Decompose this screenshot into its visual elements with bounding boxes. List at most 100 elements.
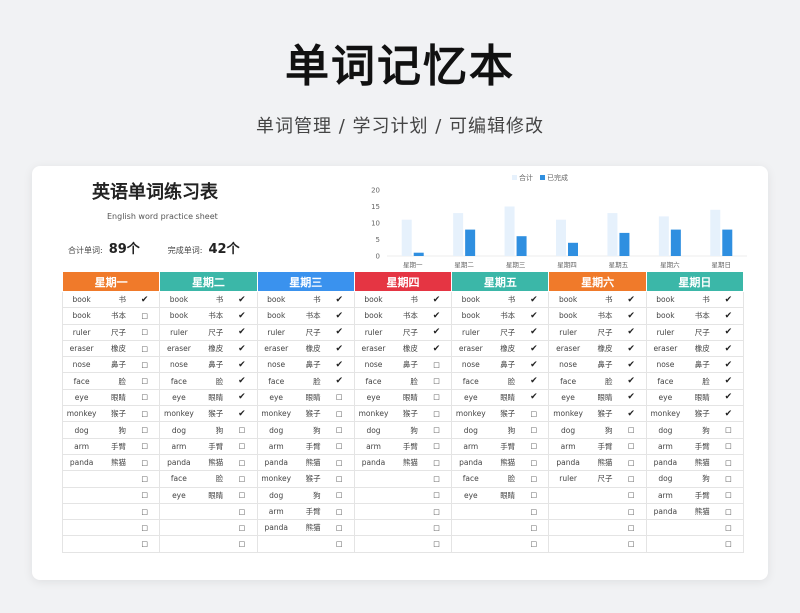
checkmark-icon[interactable]: ✔ — [519, 307, 550, 325]
checkmark-icon[interactable]: ✔ — [713, 291, 745, 309]
checkbox-empty-icon[interactable]: □ — [324, 519, 355, 537]
checkbox-empty-icon[interactable]: □ — [713, 470, 745, 488]
checkmark-icon[interactable]: ✔ — [227, 324, 258, 341]
checkmark-icon[interactable]: ✔ — [227, 405, 258, 423]
checkbox-empty-icon[interactable]: □ — [130, 535, 161, 553]
checkbox-empty-icon[interactable]: □ — [519, 470, 550, 488]
checkbox-empty-icon[interactable]: □ — [227, 519, 258, 537]
checkmark-icon[interactable]: ✔ — [616, 405, 647, 423]
checkbox-empty-icon[interactable]: □ — [130, 438, 161, 455]
checkmark-icon[interactable]: ✔ — [324, 340, 355, 358]
checkbox-empty-icon[interactable]: □ — [227, 454, 258, 472]
checkbox-empty-icon[interactable]: □ — [324, 405, 355, 423]
checkmark-icon[interactable]: ✔ — [713, 356, 745, 374]
checkbox-empty-icon[interactable]: □ — [519, 405, 550, 423]
checkbox-empty-icon[interactable]: □ — [616, 421, 647, 439]
checkbox-empty-icon[interactable]: □ — [130, 307, 161, 325]
checkmark-icon[interactable]: ✔ — [519, 372, 550, 390]
checkbox-empty-icon[interactable]: □ — [130, 503, 161, 521]
checkbox-empty-icon[interactable]: □ — [227, 487, 258, 504]
checkbox-empty-icon[interactable]: □ — [130, 470, 161, 488]
checkbox-empty-icon[interactable]: □ — [713, 535, 745, 553]
checkbox-empty-icon[interactable]: □ — [130, 405, 161, 423]
checkbox-empty-icon[interactable]: □ — [227, 535, 258, 553]
checkmark-icon[interactable]: ✔ — [713, 307, 745, 325]
checkmark-icon[interactable]: ✔ — [227, 291, 258, 309]
checkmark-icon[interactable]: ✔ — [616, 389, 647, 407]
checkmark-icon[interactable]: ✔ — [227, 356, 258, 374]
checkbox-empty-icon[interactable]: □ — [421, 519, 453, 537]
checkmark-icon[interactable]: ✔ — [421, 307, 453, 325]
checkmark-icon[interactable]: ✔ — [130, 291, 161, 309]
checkmark-icon[interactable]: ✔ — [227, 389, 258, 407]
checkmark-icon[interactable]: ✔ — [519, 291, 550, 309]
checkbox-empty-icon[interactable]: □ — [421, 503, 453, 521]
checkmark-icon[interactable]: ✔ — [324, 324, 355, 341]
checkbox-empty-icon[interactable]: □ — [421, 487, 453, 504]
checkmark-icon[interactable]: ✔ — [616, 307, 647, 325]
checkbox-empty-icon[interactable]: □ — [616, 503, 647, 521]
checkbox-empty-icon[interactable]: □ — [324, 470, 355, 488]
checkbox-empty-icon[interactable]: □ — [616, 519, 647, 537]
checkbox-empty-icon[interactable]: □ — [324, 503, 355, 521]
checkmark-icon[interactable]: ✔ — [421, 324, 453, 341]
checkbox-empty-icon[interactable]: □ — [227, 438, 258, 455]
checkbox-empty-icon[interactable]: □ — [616, 487, 647, 504]
checkbox-empty-icon[interactable]: □ — [130, 372, 161, 390]
checkbox-empty-icon[interactable]: □ — [713, 503, 745, 521]
checkbox-empty-icon[interactable]: □ — [713, 438, 745, 455]
checkbox-empty-icon[interactable]: □ — [130, 340, 161, 358]
checkbox-empty-icon[interactable]: □ — [421, 535, 453, 553]
checkmark-icon[interactable]: ✔ — [324, 372, 355, 390]
checkmark-icon[interactable]: ✔ — [421, 340, 453, 358]
checkbox-empty-icon[interactable]: □ — [519, 438, 550, 455]
checkbox-empty-icon[interactable]: □ — [421, 470, 453, 488]
checkbox-empty-icon[interactable]: □ — [324, 535, 355, 553]
checkmark-icon[interactable]: ✔ — [421, 291, 453, 309]
checkbox-empty-icon[interactable]: □ — [616, 535, 647, 553]
checkmark-icon[interactable]: ✔ — [227, 372, 258, 390]
checkmark-icon[interactable]: ✔ — [616, 324, 647, 341]
checkmark-icon[interactable]: ✔ — [227, 340, 258, 358]
checkbox-empty-icon[interactable]: □ — [519, 503, 550, 521]
checkmark-icon[interactable]: ✔ — [324, 307, 355, 325]
checkbox-empty-icon[interactable]: □ — [324, 421, 355, 439]
checkbox-empty-icon[interactable]: □ — [713, 421, 745, 439]
checkmark-icon[interactable]: ✔ — [324, 356, 355, 374]
checkbox-empty-icon[interactable]: □ — [713, 519, 745, 537]
checkmark-icon[interactable]: ✔ — [519, 340, 550, 358]
checkbox-empty-icon[interactable]: □ — [421, 356, 453, 374]
checkbox-empty-icon[interactable]: □ — [713, 454, 745, 472]
checkbox-empty-icon[interactable]: □ — [227, 421, 258, 439]
checkbox-empty-icon[interactable]: □ — [324, 454, 355, 472]
checkmark-icon[interactable]: ✔ — [616, 340, 647, 358]
checkbox-empty-icon[interactable]: □ — [616, 454, 647, 472]
checkmark-icon[interactable]: ✔ — [616, 291, 647, 309]
checkmark-icon[interactable]: ✔ — [227, 307, 258, 325]
checkmark-icon[interactable]: ✔ — [519, 324, 550, 341]
checkbox-empty-icon[interactable]: □ — [130, 487, 161, 504]
checkbox-empty-icon[interactable]: □ — [421, 389, 453, 407]
checkbox-empty-icon[interactable]: □ — [519, 421, 550, 439]
checkbox-empty-icon[interactable]: □ — [227, 470, 258, 488]
checkbox-empty-icon[interactable]: □ — [713, 487, 745, 504]
checkbox-empty-icon[interactable]: □ — [421, 438, 453, 455]
checkmark-icon[interactable]: ✔ — [519, 389, 550, 407]
checkbox-empty-icon[interactable]: □ — [421, 421, 453, 439]
checkbox-empty-icon[interactable]: □ — [227, 503, 258, 521]
checkbox-empty-icon[interactable]: □ — [324, 487, 355, 504]
checkmark-icon[interactable]: ✔ — [616, 372, 647, 390]
checkbox-empty-icon[interactable]: □ — [130, 389, 161, 407]
checkbox-empty-icon[interactable]: □ — [616, 438, 647, 455]
checkbox-empty-icon[interactable]: □ — [519, 487, 550, 504]
checkmark-icon[interactable]: ✔ — [324, 291, 355, 309]
checkbox-empty-icon[interactable]: □ — [519, 454, 550, 472]
checkbox-empty-icon[interactable]: □ — [130, 519, 161, 537]
checkmark-icon[interactable]: ✔ — [713, 405, 745, 423]
checkmark-icon[interactable]: ✔ — [713, 324, 745, 341]
checkbox-empty-icon[interactable]: □ — [519, 519, 550, 537]
checkmark-icon[interactable]: ✔ — [519, 356, 550, 374]
checkbox-empty-icon[interactable]: □ — [421, 372, 453, 390]
checkbox-empty-icon[interactable]: □ — [130, 324, 161, 341]
checkmark-icon[interactable]: ✔ — [713, 389, 745, 407]
